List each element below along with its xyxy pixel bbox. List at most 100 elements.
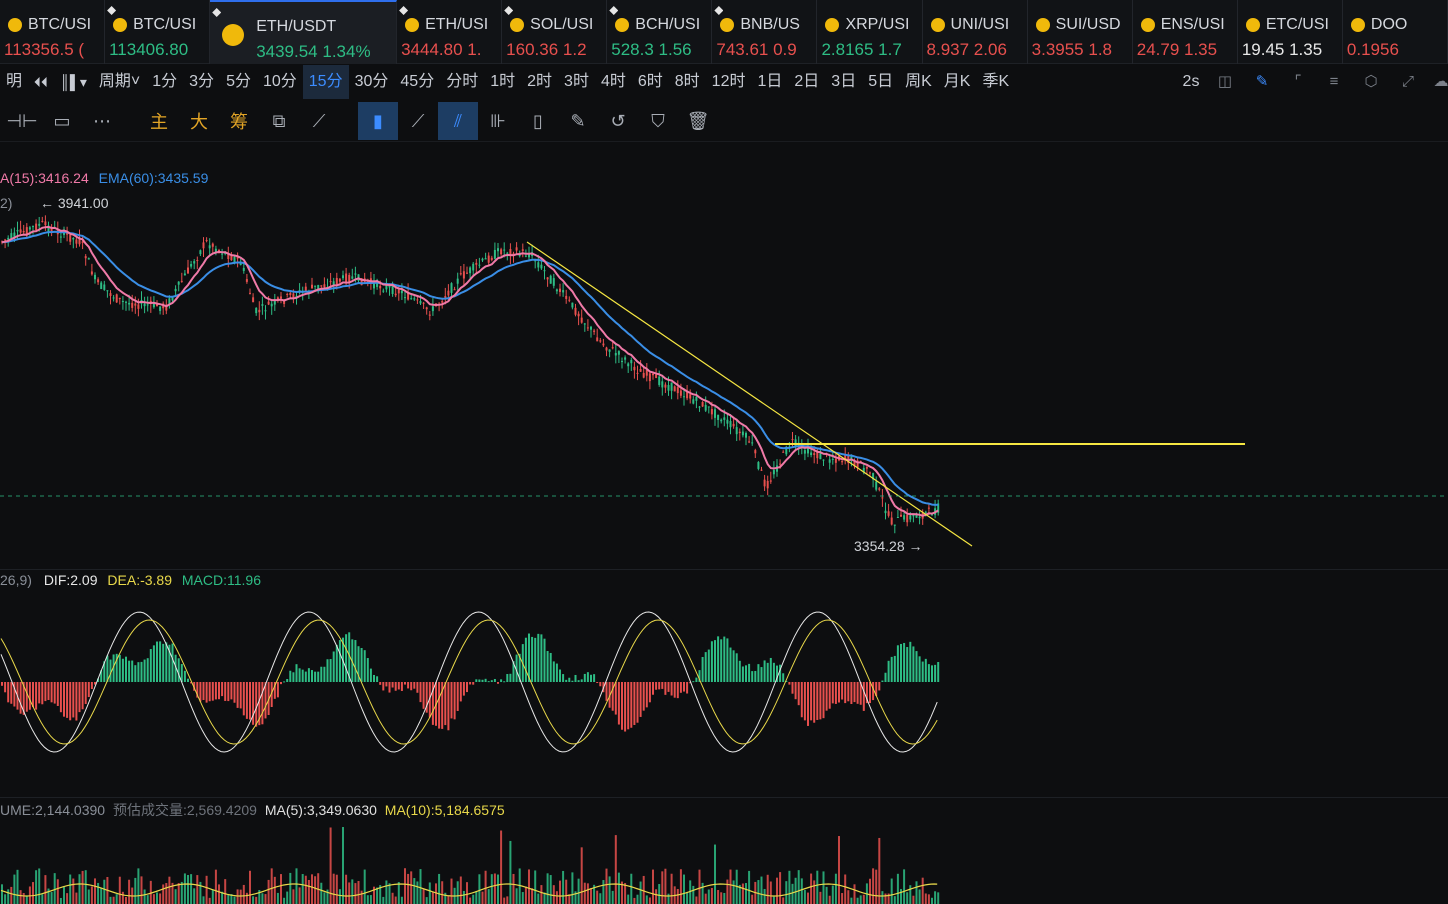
period-option[interactable]: 5日 [862,65,899,99]
period-option[interactable]: 2日 [788,65,825,99]
ticker-tab[interactable]: BTC/USI 113406.80 [105,0,211,64]
pencil-icon[interactable]: ✎ [1253,73,1271,91]
horizontal-line-icon[interactable]: ⊣⊢ [2,102,42,140]
magnet-icon[interactable]: ↺ [598,102,638,140]
coin-icon [615,18,630,32]
settings-icon[interactable]: ⬡ [1362,73,1380,91]
candle-body [249,292,251,294]
ticker-tab[interactable]: ETC/USI 19.45 1.35 [1238,0,1343,64]
candle-body [831,458,834,460]
period-option[interactable]: 8时 [669,65,706,99]
candle-body [769,480,772,482]
rectangle-icon[interactable]: ▭ [42,102,82,140]
period-dropdown[interactable]: 周期˅ [93,65,146,99]
more-icon[interactable]: ⋯ [82,102,122,140]
ticker-tab[interactable]: DOO 0.1956 [1343,0,1448,64]
big-order-button[interactable]: 大 [179,102,219,140]
compare-icon[interactable]: ⧉ [259,102,299,140]
ticker-tab[interactable]: ETH/USDT 3439.54 1.34% [210,0,398,64]
period-option[interactable]: 4时 [595,65,632,99]
candle-body [648,373,651,382]
chip-distribution-button[interactable]: 筹 [219,102,259,140]
ticker-symbol: ETH/USDT [256,18,337,35]
macd-histogram-bar [19,682,22,714]
macd-histogram-bar [56,682,59,706]
ticker-tab[interactable]: BNB/US 743.61 0.9 [712,0,818,64]
filter-icon[interactable]: ⛉ [638,102,678,140]
period-option[interactable]: 分时 [440,65,484,99]
candle-body [689,394,692,399]
macd-histogram-bar [314,671,317,682]
period-option[interactable]: 6时 [632,65,669,99]
macd-histogram-bar [236,682,239,708]
candle-body [667,385,670,391]
candle-type-icon[interactable]: ║▌▾ [54,65,93,99]
period-option[interactable]: 1时 [484,65,521,99]
volume-bar [404,868,406,904]
macd-chart[interactable] [0,590,1448,796]
ticker-tab[interactable]: SOL/USI 160.36 1.2 [502,0,608,64]
macd-histogram-bar [887,660,890,682]
volume-bar [521,892,524,904]
candle-body [608,349,611,352]
ticker-tab[interactable]: XRP/USI 2.8165 1.7 [817,0,923,64]
period-option[interactable]: 3时 [558,65,595,99]
period-option[interactable]: 10分 [257,65,303,99]
macd-histogram-bar [233,682,236,703]
period-option[interactable]: 30分 [349,65,395,99]
macd-histogram-bar [549,652,552,682]
macd-histogram-bar [81,682,84,710]
macd-histogram-bar [754,670,757,682]
list-icon[interactable]: ≡ [1325,73,1343,91]
period-option[interactable]: 12时 [706,65,752,99]
period-option[interactable]: 1分 [146,65,183,99]
cloud-icon[interactable]: ☁ [1432,73,1448,91]
ticker-tab[interactable]: UNI/USI 8.937 2.06 [923,0,1028,64]
fullscreen-icon[interactable]: ⤢ [1399,73,1417,91]
lock-icon[interactable]: ▯ [518,102,558,140]
macd-histogram-bar [295,664,298,682]
period-option[interactable]: 3分 [183,65,220,99]
draw-line-icon[interactable]: ⫽ [438,102,478,140]
volume-bar [698,869,701,904]
volume-bar [41,894,44,904]
period-option[interactable]: 季K [976,65,1015,99]
period-option[interactable]: 45分 [394,65,440,99]
camera-icon[interactable]: ◫ [1216,73,1234,91]
period-option[interactable]: 周K [899,65,938,99]
bookmark-icon[interactable]: ▮ [358,102,398,140]
period-option[interactable]: 月K [938,65,977,99]
period-option[interactable]: 15分 [302,65,349,99]
ruler-icon[interactable]: ⟋ [398,102,438,140]
candle-body [190,264,193,267]
period-option[interactable]: 5分 [220,65,257,99]
period-option[interactable]: 1日 [751,65,788,99]
period-option[interactable]: 2时 [521,65,558,99]
volume-bar [87,889,90,904]
range-icon[interactable]: ⊪ [478,102,518,140]
trash-icon[interactable]: 🗑︎ [678,102,718,140]
indicator-edit-icon[interactable]: ⟋ [299,102,339,140]
select-area-icon[interactable]: ⌜ [1289,73,1307,91]
ticker-tab[interactable]: BCH/USI 528.3 1.56 [607,0,713,64]
main-indicator-button[interactable]: 主 [139,102,179,140]
candle-body [255,307,258,314]
note-icon[interactable]: ✎ [558,102,598,140]
price-chart[interactable] [0,142,1448,569]
layout-button[interactable]: 明 [0,65,28,99]
candle-body [710,409,713,415]
refresh-interval[interactable]: 2s [1180,73,1202,91]
macd-histogram-bar [53,682,56,704]
macd-histogram-bar [298,668,301,682]
volume-bar [35,870,38,904]
period-option[interactable]: 3日 [825,65,862,99]
ticker-tab[interactable]: SUI/USD 3.3955 1.8 [1028,0,1133,64]
collapse-left-icon[interactable]: ⏴⏴ [28,65,54,99]
ticker-tab[interactable]: BTC/USI 113356.5 ( [0,0,106,64]
volume-chart[interactable] [0,820,1448,904]
candle-body [574,307,577,315]
ticker-tab[interactable]: ENS/USI 24.79 1.35 [1133,0,1238,64]
pane-divider [0,569,1448,570]
volume-bar [915,881,918,904]
ticker-tab[interactable]: ETH/USI 3444.80 1. [397,0,503,64]
